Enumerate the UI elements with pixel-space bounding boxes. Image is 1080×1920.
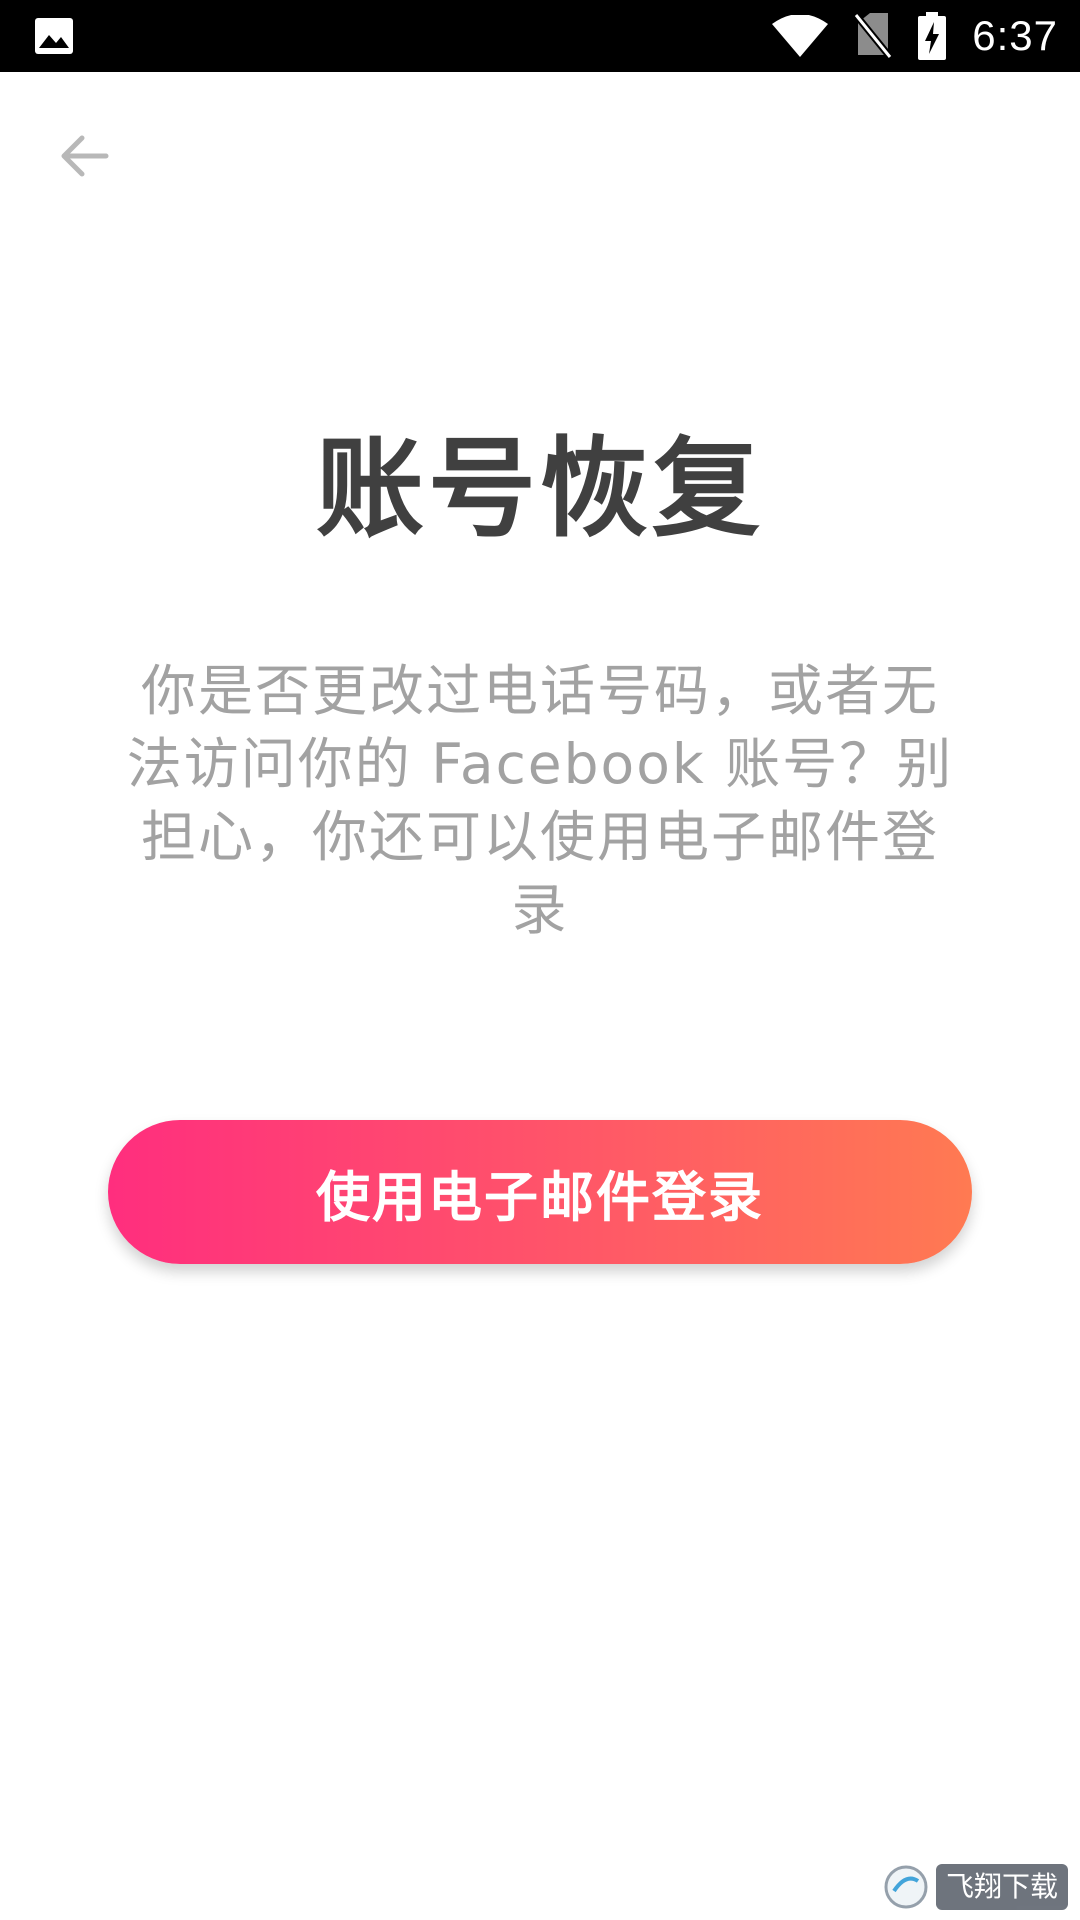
arrow-left-icon <box>61 135 109 177</box>
email-login-button-label: 使用电子邮件登录 <box>316 1165 764 1229</box>
account-recovery-screen: 6:37 账号恢复 你是否更改过电话号码，或者无法访问你的 Facebook 账… <box>0 0 1080 1920</box>
status-bar: 6:37 <box>0 0 1080 72</box>
recovery-description: 你是否更改过电话号码，或者无法访问你的 Facebook 账号？别担心，你还可以… <box>126 659 954 942</box>
watermark-logo-icon <box>884 1865 928 1909</box>
watermark-text: 飞翔下载 <box>935 1864 1068 1910</box>
image-notification-icon <box>34 17 74 55</box>
wifi-icon <box>772 15 829 57</box>
status-right-group: 6:37 <box>772 0 1058 72</box>
no-sim-icon <box>854 13 893 59</box>
back-button[interactable] <box>44 120 124 192</box>
watermark: 飞翔下载 <box>884 1864 1068 1910</box>
email-login-button[interactable]: 使用电子邮件登录 <box>108 1120 972 1264</box>
status-time: 6:37 <box>972 12 1058 59</box>
battery-charging-icon <box>918 12 947 60</box>
page-title: 账号恢复 <box>315 427 764 552</box>
